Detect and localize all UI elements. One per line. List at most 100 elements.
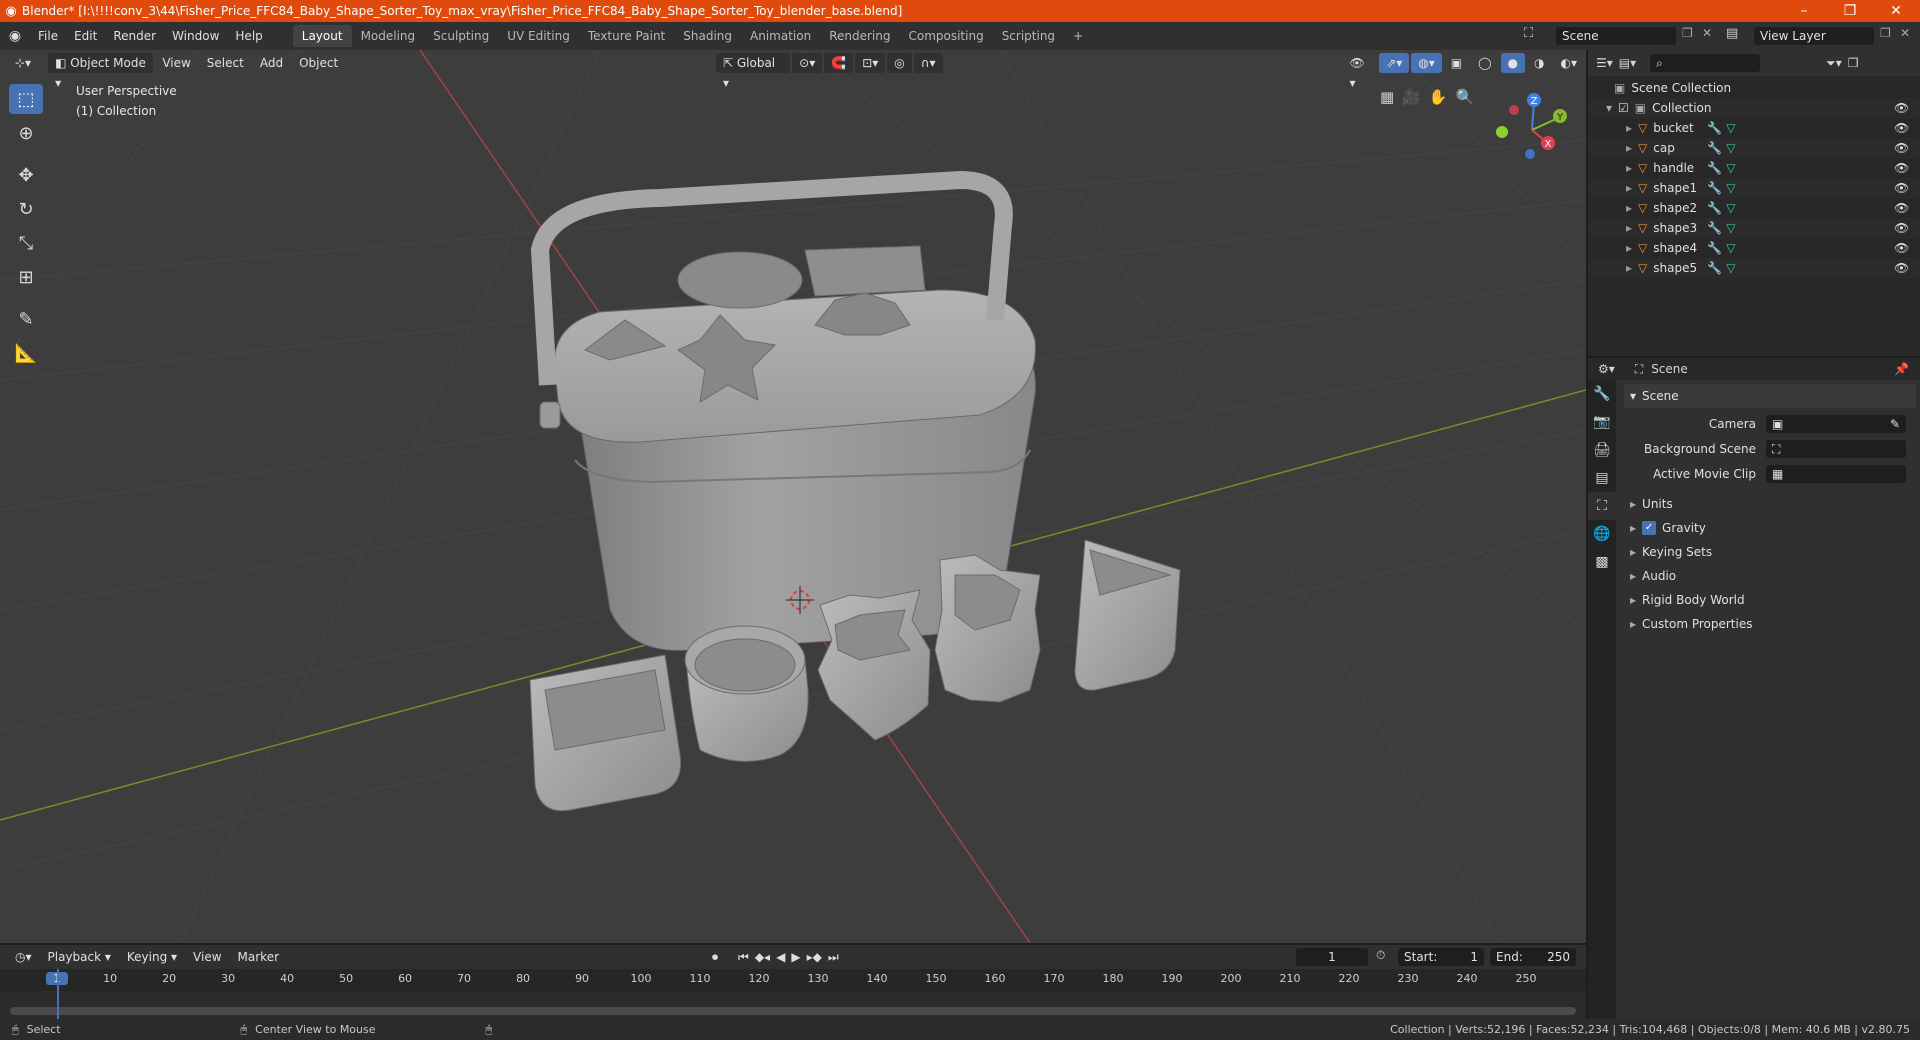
tab-rendering[interactable]: Rendering bbox=[820, 25, 899, 47]
modifier-wrench-icon[interactable]: 🔧 bbox=[1707, 161, 1722, 175]
mesh-data-icon[interactable]: ▽ bbox=[1726, 141, 1735, 155]
section-audio[interactable]: ▸ Audio bbox=[1624, 564, 1916, 588]
expand-arrow-icon[interactable]: ▸ bbox=[1626, 261, 1632, 275]
section-gravity[interactable]: ▸ ✓ Gravity bbox=[1624, 516, 1916, 540]
tab-compositing[interactable]: Compositing bbox=[899, 25, 992, 47]
section-custom-properties[interactable]: ▸ Custom Properties bbox=[1624, 612, 1916, 636]
visibility-eye-icon[interactable]: 👁 bbox=[1894, 221, 1909, 235]
mesh-data-icon[interactable]: ▽ bbox=[1726, 221, 1735, 235]
mesh-data-icon[interactable]: ▽ bbox=[1726, 181, 1735, 195]
expand-arrow-icon[interactable]: ▾ bbox=[1606, 101, 1612, 115]
cap-mesh[interactable] bbox=[554, 245, 1036, 443]
new-view-layer-icon[interactable]: ❐ bbox=[1880, 26, 1891, 40]
move-tool[interactable]: ✥ bbox=[9, 160, 43, 190]
outliner-item-bucket[interactable]: ▸ ▽ bucket 🔧 ▽ 👁 bbox=[1588, 118, 1920, 138]
output-tab-icon[interactable]: 🖨 bbox=[1588, 436, 1616, 464]
outliner-item-handle[interactable]: ▸ ▽ handle 🔧 ▽ 👁 bbox=[1588, 158, 1920, 178]
delete-scene-icon[interactable]: ✕ bbox=[1702, 26, 1712, 40]
visibility-eye-icon[interactable]: 👁 bbox=[1894, 161, 1909, 175]
mesh-data-icon[interactable]: ▽ bbox=[1726, 261, 1735, 275]
camera-view-icon[interactable]: 🎥 bbox=[1402, 88, 1421, 106]
pin-icon[interactable]: 📌 bbox=[1894, 362, 1909, 376]
view-layer-tab-icon[interactable]: ▤ bbox=[1588, 464, 1616, 492]
outliner-item-shape3[interactable]: ▸ ▽ shape3 🔧 ▽ 👁 bbox=[1588, 218, 1920, 238]
proportional-edit-icon[interactable]: ◎ bbox=[887, 53, 912, 73]
falloff-icon[interactable]: ∩▾ bbox=[913, 53, 943, 73]
active-movie-clip-field[interactable]: ▦ bbox=[1766, 465, 1906, 483]
tab-scripting[interactable]: Scripting bbox=[993, 25, 1064, 47]
modifier-wrench-icon[interactable]: 🔧 bbox=[1707, 261, 1722, 275]
outliner-search-input[interactable]: ⌕ bbox=[1650, 54, 1761, 72]
tab-animation[interactable]: Animation bbox=[741, 25, 820, 47]
editor-type-icon[interactable]: ⊹▾ bbox=[8, 53, 38, 73]
eyedropper-icon[interactable]: ✎ bbox=[1890, 415, 1900, 433]
overlays-toggle-icon[interactable]: ◍▾ bbox=[1411, 53, 1442, 73]
timeline-editor-icon[interactable]: ◷▾ bbox=[8, 947, 39, 967]
modifier-wrench-icon[interactable]: 🔧 bbox=[1707, 181, 1722, 195]
expand-arrow-icon[interactable]: ▸ bbox=[1626, 221, 1632, 235]
expand-arrow-icon[interactable]: ▸ bbox=[1626, 181, 1632, 195]
rendered-shading-icon[interactable]: ◐▾ bbox=[1553, 53, 1584, 73]
visibility-eye-icon[interactable]: 👁 bbox=[1894, 141, 1909, 155]
outliner-editor-icon[interactable]: ☰▾ bbox=[1596, 56, 1613, 70]
menu-render[interactable]: Render bbox=[105, 26, 164, 46]
expand-arrow-icon[interactable]: ▸ bbox=[1626, 241, 1632, 255]
wireframe-shading-icon[interactable]: ◯ bbox=[1471, 53, 1498, 73]
tab-modeling[interactable]: Modeling bbox=[352, 25, 425, 47]
playhead[interactable] bbox=[57, 969, 59, 1019]
shape1-mesh[interactable] bbox=[529, 654, 682, 812]
view-layer-field[interactable]: View Layer bbox=[1754, 27, 1874, 45]
scene-collection-row[interactable]: ▣ Scene Collection bbox=[1588, 78, 1920, 98]
visibility-eye-icon[interactable]: 👁 bbox=[1894, 241, 1909, 255]
3d-viewport[interactable]: User Perspective (1) Collection ⬚ ⊕ ✥ ↻ … bbox=[0, 50, 1586, 943]
end-frame-field[interactable]: End: 250 bbox=[1490, 948, 1576, 966]
tab-texture-paint[interactable]: Texture Paint bbox=[579, 25, 674, 47]
material-shading-icon[interactable]: ◑ bbox=[1527, 53, 1551, 73]
render-tab-icon[interactable]: 📷 bbox=[1588, 408, 1616, 436]
new-collection-icon[interactable]: ❐ bbox=[1848, 56, 1859, 70]
visibility-eye-icon[interactable]: 👁 bbox=[1894, 181, 1909, 195]
visibility-eye-icon[interactable]: 👁 bbox=[1894, 121, 1909, 135]
expand-arrow-icon[interactable]: ▸ bbox=[1626, 141, 1632, 155]
snap-target-icon[interactable]: ⊡▾ bbox=[855, 53, 886, 73]
rotate-tool[interactable]: ↻ bbox=[9, 194, 43, 224]
outliner-item-shape4[interactable]: ▸ ▽ shape4 🔧 ▽ 👁 bbox=[1588, 238, 1920, 258]
zoom-icon[interactable]: 🔍 bbox=[1456, 88, 1475, 106]
world-tab-icon[interactable]: 🌐 bbox=[1588, 520, 1616, 548]
annotate-tool[interactable]: ✎ bbox=[9, 304, 43, 334]
jump-start-icon[interactable]: ⏮ bbox=[738, 950, 749, 965]
background-scene-field[interactable]: ⛶ bbox=[1766, 440, 1906, 458]
visibility-eye-icon[interactable]: 👁 bbox=[1894, 201, 1909, 215]
preview-range-icon[interactable]: ⏱ bbox=[1376, 948, 1385, 963]
menu-edit[interactable]: Edit bbox=[66, 26, 105, 46]
tab-shading[interactable]: Shading bbox=[674, 25, 741, 47]
shape3-mesh[interactable] bbox=[817, 589, 931, 741]
scale-tool[interactable]: ⤡ bbox=[9, 228, 43, 258]
menu-object[interactable]: Object bbox=[292, 53, 345, 73]
section-keying-sets[interactable]: ▸ Keying Sets bbox=[1624, 540, 1916, 564]
filter-icon[interactable]: ⏷▾ bbox=[1826, 56, 1842, 71]
properties-editor-icon[interactable]: ⚙▾ bbox=[1598, 362, 1615, 376]
view-layer-icon[interactable]: ▤ bbox=[1726, 26, 1738, 41]
timeline-scrollbar[interactable] bbox=[10, 1007, 1576, 1015]
texture-tab-icon[interactable]: ▩ bbox=[1588, 548, 1616, 576]
play-reverse-icon[interactable]: ◀ bbox=[776, 950, 785, 965]
pan-hand-icon[interactable]: ✋ bbox=[1429, 88, 1448, 106]
minimize-button[interactable]: – bbox=[1782, 0, 1826, 22]
grid-view-icon[interactable]: ▦ bbox=[1380, 88, 1394, 106]
current-frame-field[interactable]: 1 bbox=[1296, 948, 1368, 966]
visibility-eye-icon[interactable]: 👁 bbox=[1894, 101, 1909, 115]
visibility-icon[interactable]: 👁▾ bbox=[1343, 53, 1378, 90]
display-mode-icon[interactable]: ▤▾ bbox=[1619, 56, 1636, 70]
collection-row[interactable]: ▾ ☑ ▣ Collection 👁 bbox=[1588, 98, 1920, 118]
tab-layout[interactable]: Layout bbox=[292, 25, 352, 47]
add-workspace-button[interactable]: + bbox=[1064, 25, 1092, 47]
expand-arrow-icon[interactable]: ▸ bbox=[1626, 161, 1632, 175]
prev-keyframe-icon[interactable]: ◆◂ bbox=[755, 950, 770, 965]
scene-name-field[interactable]: Scene bbox=[1556, 27, 1676, 45]
shape5-mesh[interactable] bbox=[1074, 539, 1181, 691]
frame-ruler[interactable]: 1102030405060708090100110120130140150160… bbox=[0, 969, 1586, 991]
shape4-mesh[interactable] bbox=[934, 554, 1041, 703]
measure-tool[interactable]: 📐 bbox=[9, 338, 43, 368]
tool-tab-icon[interactable]: 🔧 bbox=[1588, 380, 1616, 408]
